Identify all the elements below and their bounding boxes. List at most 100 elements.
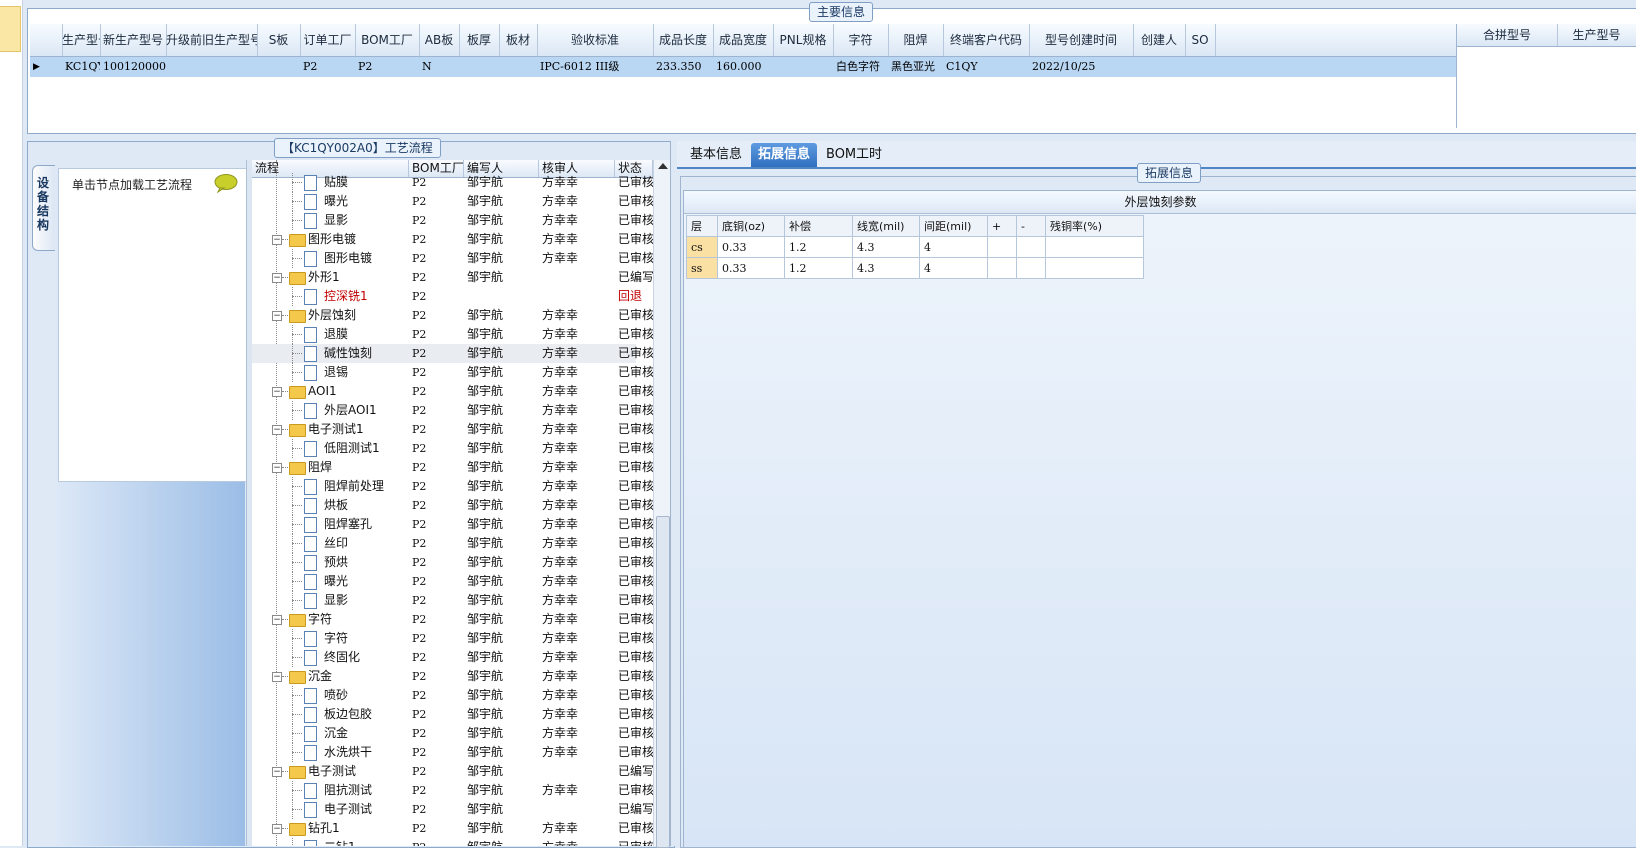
tree-row[interactable]: 外层AOI1 P2 邹宇航 方幸幸 已审核 — [252, 401, 653, 420]
expand-toggle-icon[interactable]: − — [272, 425, 282, 435]
etch-data-row[interactable]: ss 0.33 1.2 4.3 4 — [686, 257, 1144, 279]
tab-extended-info[interactable]: 拓展信息 — [751, 143, 818, 167]
column-header[interactable]: 订单工厂 — [300, 24, 356, 56]
tree-node-label[interactable]: 曝光 — [324, 572, 408, 591]
etch-cell[interactable] — [1045, 257, 1144, 279]
tree-row[interactable]: − 阻焊 P2 邹宇航 方幸幸 已审核 — [252, 458, 653, 477]
tree-node-label[interactable]: 低阻测试1 — [324, 439, 408, 458]
grid-cell[interactable]: P2 — [355, 57, 419, 77]
tree-node-label[interactable]: 显影 — [324, 591, 408, 610]
grid-cell[interactable] — [257, 57, 300, 77]
tree-row[interactable]: 阻抗测试 P2 邹宇航 方幸幸 已审核 — [252, 781, 653, 800]
tree-node-label[interactable]: 阻焊 — [308, 458, 408, 477]
tree-node-label[interactable]: 显影 — [324, 211, 408, 230]
tree-row[interactable]: 显影 P2 邹宇航 方幸幸 已审核 — [252, 211, 653, 230]
etch-cell[interactable]: 0.33 — [717, 257, 785, 279]
tree-node-label[interactable]: 阻焊塞孔 — [324, 515, 408, 534]
tree-node-label[interactable]: 阻焊前处理 — [324, 477, 408, 496]
expand-toggle-icon[interactable]: − — [272, 273, 282, 283]
expand-toggle-icon[interactable]: − — [272, 767, 282, 777]
etch-cell[interactable] — [1016, 236, 1046, 258]
grid-cell[interactable]: KC1QY002A0 — [62, 57, 100, 77]
etch-cell[interactable] — [1016, 257, 1046, 279]
tree-row[interactable]: 图形电镀 P2 邹宇航 方幸幸 已审核 — [252, 249, 653, 268]
speech-bubble-icon[interactable] — [214, 174, 238, 193]
tree-node-label[interactable]: 预烘 — [324, 553, 408, 572]
expand-toggle-icon[interactable]: − — [272, 672, 282, 682]
etch-cell[interactable]: cs — [686, 236, 718, 258]
tree-row[interactable]: − 钻孔1 P2 邹宇航 方幸幸 已审核 — [252, 819, 653, 838]
etch-cell[interactable]: 4 — [919, 236, 988, 258]
tree-row[interactable]: − 字符 P2 邹宇航 方幸幸 已审核 — [252, 610, 653, 629]
tree-node-label[interactable]: 外层蚀刻 — [308, 306, 408, 325]
tree-row[interactable]: 沉金 P2 邹宇航 方幸幸 已审核 — [252, 724, 653, 743]
grid-cell[interactable]: N — [419, 57, 459, 77]
tree-row[interactable]: 喷砂 P2 邹宇航 方幸幸 已审核 — [252, 686, 653, 705]
tree-row[interactable]: 贴膜 P2 邹宇航 方幸幸 已审核 — [252, 173, 653, 192]
tree-node-label[interactable]: 退锡 — [324, 363, 408, 382]
collapsed-panel-tab[interactable] — [0, 6, 21, 52]
expand-toggle-icon[interactable]: − — [272, 615, 282, 625]
tree-row[interactable]: 丝印 P2 邹宇航 方幸幸 已审核 — [252, 534, 653, 553]
grid-cell[interactable] — [166, 57, 257, 77]
grid-cell[interactable]: 黑色亚光 — [888, 57, 943, 77]
tree-node-label[interactable]: 终固化 — [324, 648, 408, 667]
etch-cell[interactable]: ss — [686, 257, 718, 279]
grid-cell[interactable]: IPC-6012 III级 — [537, 57, 653, 77]
grid-cell[interactable]: 10012000002986 — [100, 57, 166, 77]
tree-row[interactable]: 阻焊前处理 P2 邹宇航 方幸幸 已审核 — [252, 477, 653, 496]
etch-cell[interactable]: 1.2 — [784, 236, 853, 258]
equipment-structure-tab[interactable]: 设备结构 — [32, 165, 55, 251]
tree-row[interactable]: 低阻测试1 P2 邹宇航 方幸幸 已审核 — [252, 439, 653, 458]
tree-row[interactable]: 退锡 P2 邹宇航 方幸幸 已审核 — [252, 363, 653, 382]
tree-row[interactable]: 字符 P2 邹宇航 方幸幸 已审核 — [252, 629, 653, 648]
tree-node-label[interactable]: AOI1 — [308, 382, 408, 401]
column-header[interactable]: 新生产型号 — [100, 24, 167, 56]
expand-toggle-icon[interactable]: − — [272, 387, 282, 397]
column-header[interactable]: 阻焊 — [888, 24, 944, 56]
etch-cell[interactable]: 4.3 — [852, 236, 920, 258]
tree-node-label[interactable]: 钻孔1 — [308, 819, 408, 838]
etch-cell[interactable] — [987, 257, 1017, 279]
tree-row[interactable]: − 图形电镀 P2 邹宇航 方幸幸 已审核 — [252, 230, 653, 249]
etch-cell[interactable] — [987, 236, 1017, 258]
column-header[interactable]: 合拼型号 — [1457, 24, 1558, 46]
tree-node-label[interactable]: 沉金 — [324, 724, 408, 743]
tree-row[interactable]: 控深铣1 P2 回退 — [252, 287, 642, 306]
tree-node-label[interactable]: 字符 — [308, 610, 408, 629]
etch-cell[interactable]: 0.33 — [717, 236, 785, 258]
column-header[interactable]: 板厚 — [459, 24, 500, 56]
grid-cell[interactable]: C1QY — [943, 57, 1029, 77]
tree-node-label[interactable]: 电子测试 — [308, 762, 408, 781]
grid-cell[interactable]: P2 — [300, 57, 355, 77]
expand-toggle-icon[interactable]: − — [272, 463, 282, 473]
etch-cell[interactable]: 4.3 — [852, 257, 920, 279]
tree-node-label[interactable]: 曝光 — [324, 192, 408, 211]
tree-row[interactable]: 碱性蚀刻 P2 邹宇航 方幸幸 已审核 — [252, 344, 653, 363]
tree-row[interactable]: − 电子测试 P2 邹宇航 已编写 — [252, 762, 653, 781]
tree-node-label[interactable]: 字符 — [324, 629, 408, 648]
tree-node-label[interactable]: 喷砂 — [324, 686, 408, 705]
column-header[interactable]: S板 — [257, 24, 301, 56]
etch-cell[interactable]: 1.2 — [784, 257, 853, 279]
column-header[interactable]: BOM工厂 — [355, 24, 420, 56]
grid-cell[interactable] — [1133, 57, 1185, 77]
column-header[interactable]: SO — [1185, 24, 1216, 56]
column-header[interactable]: 创建人 — [1133, 24, 1186, 56]
etch-data-row[interactable]: cs 0.33 1.2 4.3 4 — [686, 236, 1144, 258]
tree-row[interactable]: 退膜 P2 邹宇航 方幸幸 已审核 — [252, 325, 653, 344]
scroll-up-arrow-icon[interactable] — [658, 163, 668, 169]
tree-row[interactable]: 二钻1 P2邹宇航方幸幸已审核 — [252, 838, 653, 846]
column-header[interactable]: 成品长度 — [653, 24, 714, 56]
tree-node-label[interactable]: 电子测试 — [324, 800, 408, 819]
tree-node-label[interactable]: 电子测试1 — [308, 420, 408, 439]
tree-node-label[interactable]: 碱性蚀刻 — [324, 344, 408, 363]
column-header[interactable]: PNL规格 — [773, 24, 834, 56]
tree-row[interactable]: − AOI1 P2 邹宇航 方幸幸 已审核 — [252, 382, 653, 401]
tree-row[interactable]: − 外层蚀刻 P2 邹宇航 方幸幸 已审核 — [252, 306, 653, 325]
column-header[interactable]: 成品宽度 — [713, 24, 774, 56]
tree-row[interactable]: 曝光 P2 邹宇航 方幸幸 已审核 — [252, 572, 653, 591]
tree-row[interactable]: − 沉金 P2 邹宇航 方幸幸 已审核 — [252, 667, 653, 686]
column-header[interactable]: 验收标准 — [537, 24, 654, 56]
tree-node-label[interactable]: 烘板 — [324, 496, 408, 515]
